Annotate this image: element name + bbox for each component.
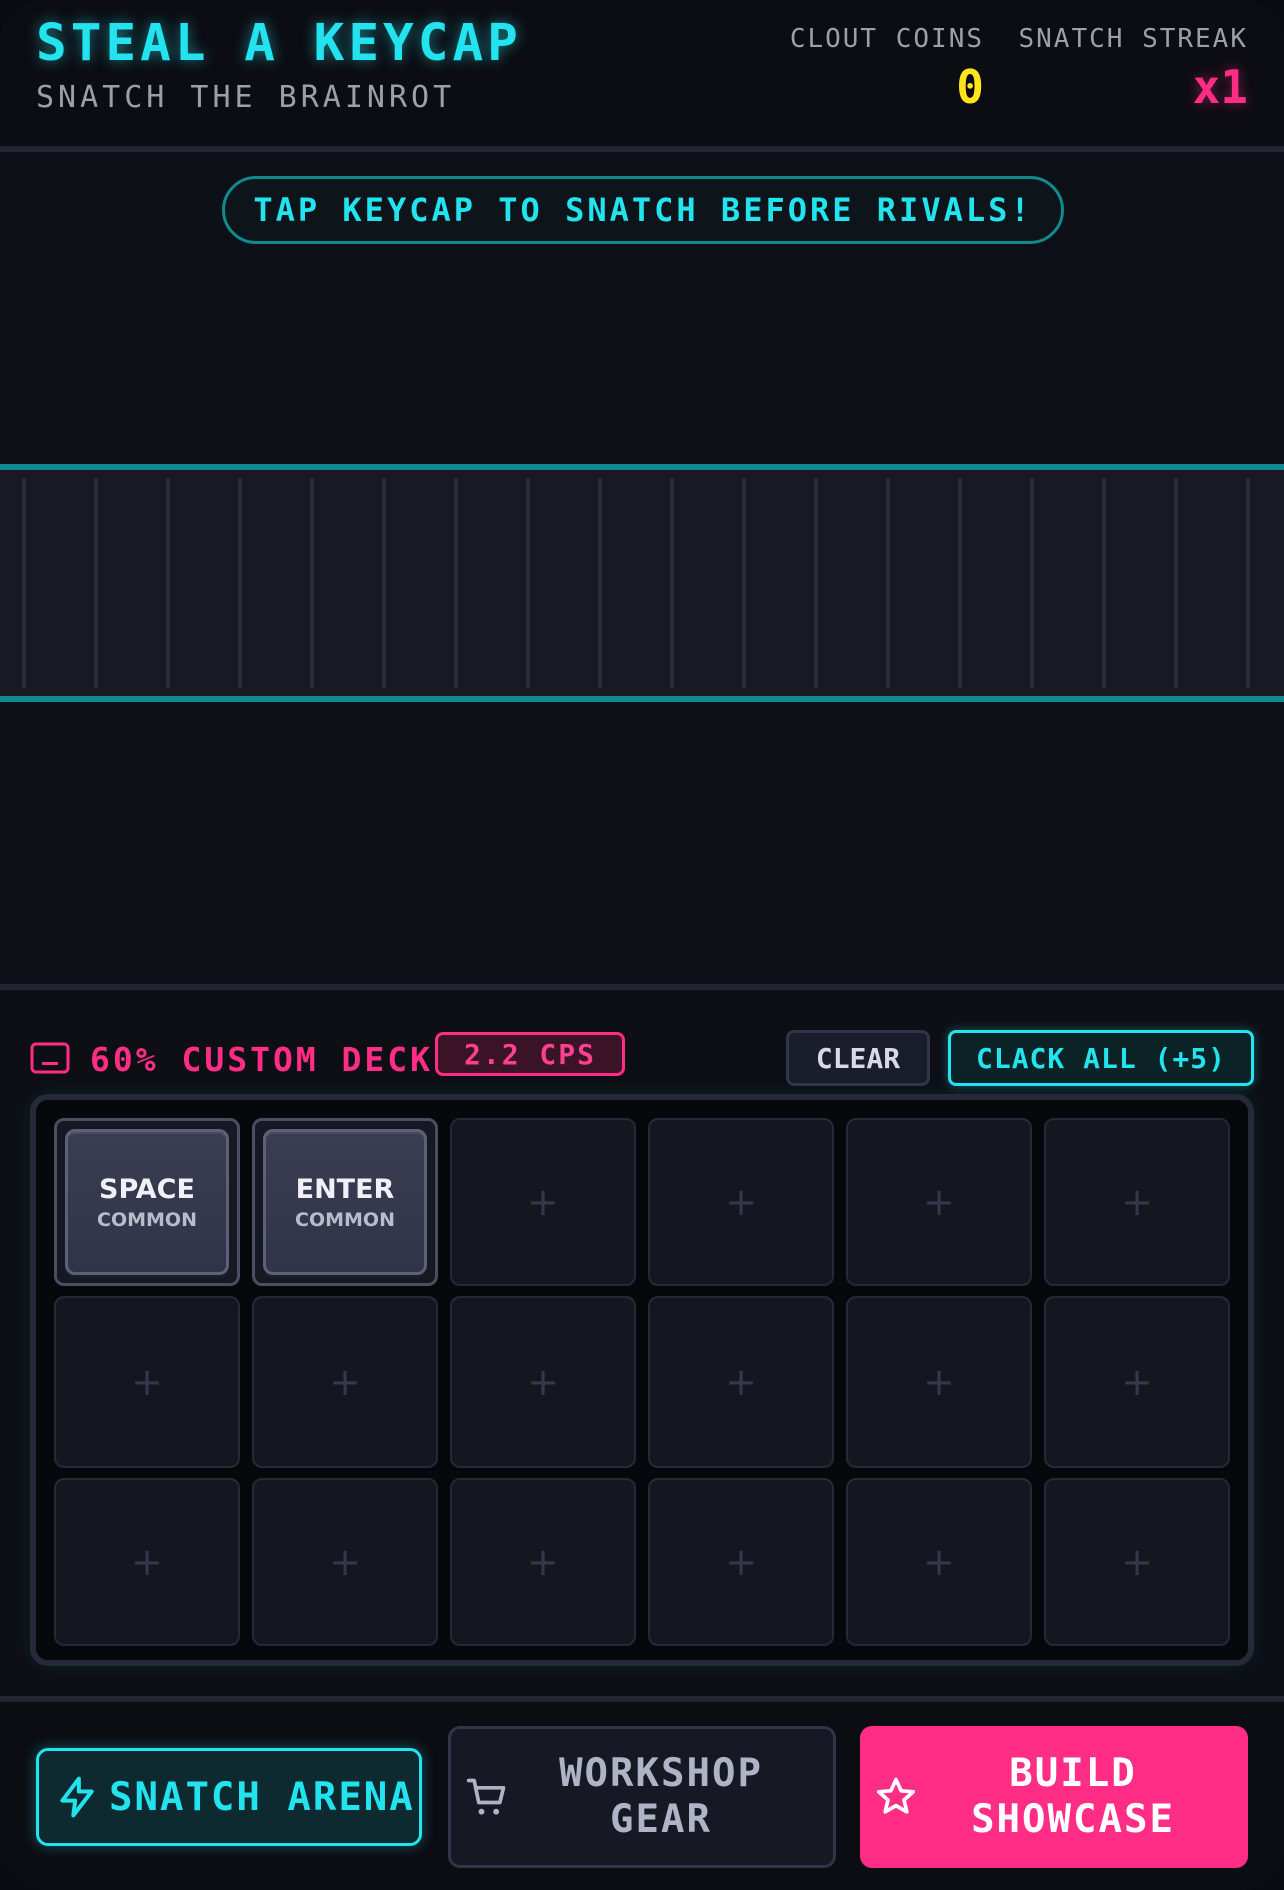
conveyor-slat bbox=[958, 478, 962, 688]
keycap-name: SPACE bbox=[99, 1173, 195, 1205]
conveyor-slat bbox=[670, 478, 674, 688]
clout-coins-value: 0 bbox=[956, 60, 984, 114]
deck-toolbar: 60% CUSTOM DECK 2.2 CPS CLEAR CLACK ALL … bbox=[0, 1014, 1284, 1086]
empty-slot[interactable]: + bbox=[648, 1118, 834, 1286]
header: STEAL A KEYCAP SNATCH THE BRAINROT CLOUT… bbox=[0, 0, 1284, 152]
clear-button[interactable]: CLEAR bbox=[786, 1030, 930, 1086]
keycap-slot[interactable]: ENTER COMMON bbox=[252, 1118, 438, 1286]
conveyor-slat bbox=[382, 478, 386, 688]
empty-slot[interactable]: + bbox=[648, 1296, 834, 1468]
conveyor-slat bbox=[742, 478, 746, 688]
conveyor-slat bbox=[454, 478, 458, 688]
build-showcase-button[interactable]: BUILD SHOWCASE bbox=[860, 1726, 1248, 1868]
conveyor-slats bbox=[0, 478, 1284, 688]
empty-slot[interactable]: + bbox=[846, 1118, 1032, 1286]
workshop-gear-label: WORKSHOP GEAR bbox=[559, 1751, 763, 1842]
keycap-rarity: COMMON bbox=[97, 1208, 197, 1231]
conveyor-slat bbox=[238, 478, 242, 688]
clout-coins-stat: CLOUT COINS 0 bbox=[790, 24, 984, 114]
cps-badge: 2.2 CPS bbox=[435, 1032, 625, 1076]
conveyor-slat bbox=[526, 478, 530, 688]
conveyor-slat bbox=[814, 478, 818, 688]
snatch-streak-label: SNATCH STREAK bbox=[1018, 24, 1248, 54]
clout-coins-label: CLOUT COINS bbox=[789, 24, 984, 54]
conveyor-slat bbox=[1030, 478, 1034, 688]
empty-slot[interactable]: + bbox=[252, 1296, 438, 1468]
conveyor-slat bbox=[22, 478, 26, 688]
conveyor-slat bbox=[1102, 478, 1106, 688]
snatch-streak-stat: SNATCH STREAK x1 bbox=[1019, 24, 1249, 114]
game-subtitle: SNATCH THE BRAINROT bbox=[36, 80, 456, 115]
clack-all-button[interactable]: CLACK ALL (+5) bbox=[948, 1030, 1254, 1086]
keycap-rarity: COMMON bbox=[295, 1208, 395, 1231]
snatch-streak-value: x1 bbox=[1192, 60, 1248, 114]
empty-slot[interactable]: + bbox=[1044, 1296, 1230, 1468]
build-showcase-label: BUILD SHOWCASE bbox=[971, 1751, 1175, 1842]
instruction-banner: TAP KEYCAP TO SNATCH BEFORE RIVALS! bbox=[222, 176, 1064, 244]
conveyor-slat bbox=[886, 478, 890, 688]
snatch-arena[interactable]: TAP KEYCAP TO SNATCH BEFORE RIVALS! bbox=[0, 152, 1284, 984]
keycap-slot[interactable]: SPACE COMMON bbox=[54, 1118, 240, 1286]
workshop-gear-button[interactable]: WORKSHOP GEAR bbox=[448, 1726, 836, 1868]
snatch-arena-button[interactable]: SNATCH ARENA bbox=[36, 1748, 422, 1846]
empty-slot[interactable]: + bbox=[648, 1478, 834, 1646]
empty-slot[interactable]: + bbox=[450, 1296, 636, 1468]
keycap-grid: SPACE COMMON ENTER COMMON + + + + + + + bbox=[54, 1118, 1230, 1646]
empty-slot[interactable]: + bbox=[1044, 1118, 1230, 1286]
empty-slot[interactable]: + bbox=[54, 1296, 240, 1468]
lightning-icon bbox=[60, 1776, 94, 1818]
keyboard-icon bbox=[30, 1042, 70, 1074]
empty-slot[interactable]: + bbox=[54, 1478, 240, 1646]
empty-slot[interactable]: + bbox=[252, 1478, 438, 1646]
conveyor-slat bbox=[310, 478, 314, 688]
game-frame: STEAL A KEYCAP SNATCH THE BRAINROT CLOUT… bbox=[0, 0, 1284, 1890]
star-icon bbox=[876, 1777, 916, 1814]
conveyor-slat bbox=[94, 478, 98, 688]
keycap[interactable]: SPACE COMMON bbox=[65, 1129, 229, 1275]
keycap[interactable]: ENTER COMMON bbox=[263, 1129, 427, 1275]
conveyor-slat bbox=[1246, 478, 1250, 688]
keycap-name: ENTER bbox=[295, 1173, 395, 1205]
conveyor-track[interactable] bbox=[0, 464, 1284, 702]
cart-icon bbox=[466, 1778, 506, 1815]
keyboard-board: SPACE COMMON ENTER COMMON + + + + + + + bbox=[30, 1094, 1254, 1666]
deck-label: 60% CUSTOM DECK bbox=[90, 1040, 434, 1079]
empty-slot[interactable]: + bbox=[450, 1478, 636, 1646]
empty-slot[interactable]: + bbox=[846, 1296, 1032, 1468]
empty-slot[interactable]: + bbox=[1044, 1478, 1230, 1646]
bottom-nav: SNATCH ARENA WORKSHOP GEAR BUILD SHOWCAS… bbox=[0, 1696, 1284, 1890]
conveyor-slat bbox=[598, 478, 602, 688]
snatch-arena-label: SNATCH ARENA bbox=[109, 1774, 415, 1820]
custom-deck-panel: 60% CUSTOM DECK 2.2 CPS CLEAR CLACK ALL … bbox=[0, 984, 1284, 1702]
game-title: STEAL A KEYCAP bbox=[36, 14, 522, 73]
empty-slot[interactable]: + bbox=[450, 1118, 636, 1286]
empty-slot[interactable]: + bbox=[846, 1478, 1032, 1646]
conveyor-slat bbox=[166, 478, 170, 688]
conveyor-slat bbox=[1174, 478, 1178, 688]
